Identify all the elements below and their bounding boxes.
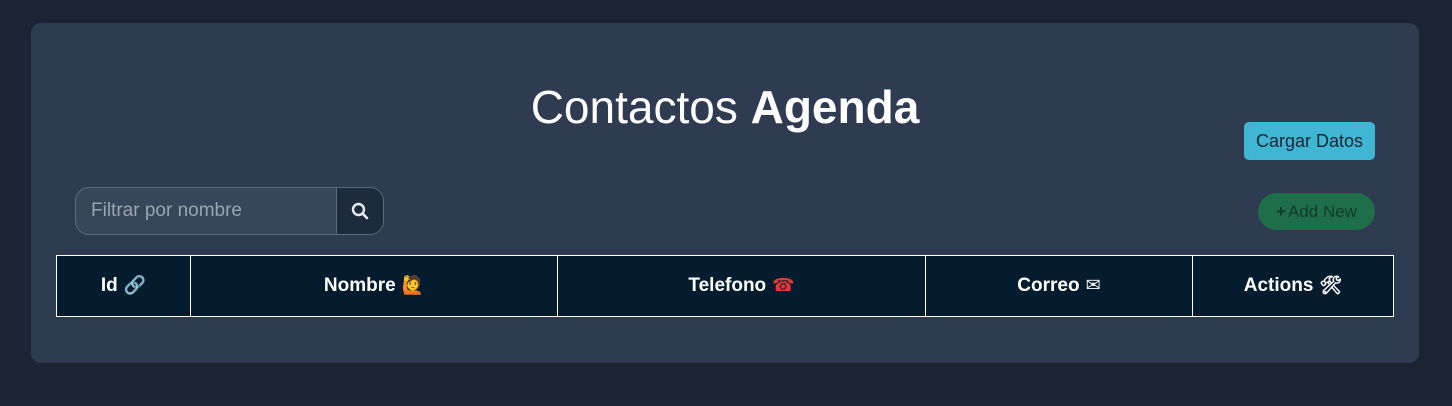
link-icon: 🔗 (123, 275, 147, 296)
envelope-icon: ✉ (1085, 275, 1101, 296)
contacts-table: Id 🔗 Nombre 🙋 Telefono ☎ Correo ✉ Actions 🛠 (56, 255, 1394, 317)
column-label-telefono: Telefono (688, 275, 767, 296)
tools-icon: 🛠 (1319, 275, 1343, 296)
page-title: Contactos Agenda (31, 79, 1419, 135)
search-input[interactable] (76, 188, 336, 234)
column-label-actions: Actions (1243, 275, 1314, 296)
person-raising-hand-icon: 🙋 (401, 275, 425, 296)
column-label-id: Id (100, 275, 118, 296)
column-label-correo: Correo (1017, 275, 1080, 296)
column-label-nombre: Nombre (323, 275, 396, 296)
contacts-card: Contactos Agenda Cargar Datos +Add New I… (31, 23, 1419, 363)
column-header-actions[interactable]: Actions 🛠 (1192, 255, 1394, 317)
add-new-label: Add New (1287, 201, 1357, 221)
column-header-telefono[interactable]: Telefono ☎ (557, 255, 926, 317)
title-light: Contactos (530, 81, 751, 133)
search-icon (351, 202, 369, 220)
search-group (75, 187, 384, 235)
column-header-id[interactable]: Id 🔗 (56, 255, 191, 317)
title-strong: Agenda (750, 81, 920, 133)
search-button[interactable] (336, 188, 383, 234)
telephone-icon: ☎ (772, 275, 795, 296)
column-header-nombre[interactable]: Nombre 🙋 (190, 255, 558, 317)
column-header-correo[interactable]: Correo ✉ (925, 255, 1193, 317)
plus-icon: + (1276, 201, 1286, 221)
table-header-row: Id 🔗 Nombre 🙋 Telefono ☎ Correo ✉ Actions 🛠 (56, 255, 1394, 317)
add-new-button[interactable]: + Add New (1258, 193, 1375, 230)
load-data-button[interactable]: Cargar Datos (1244, 122, 1375, 160)
